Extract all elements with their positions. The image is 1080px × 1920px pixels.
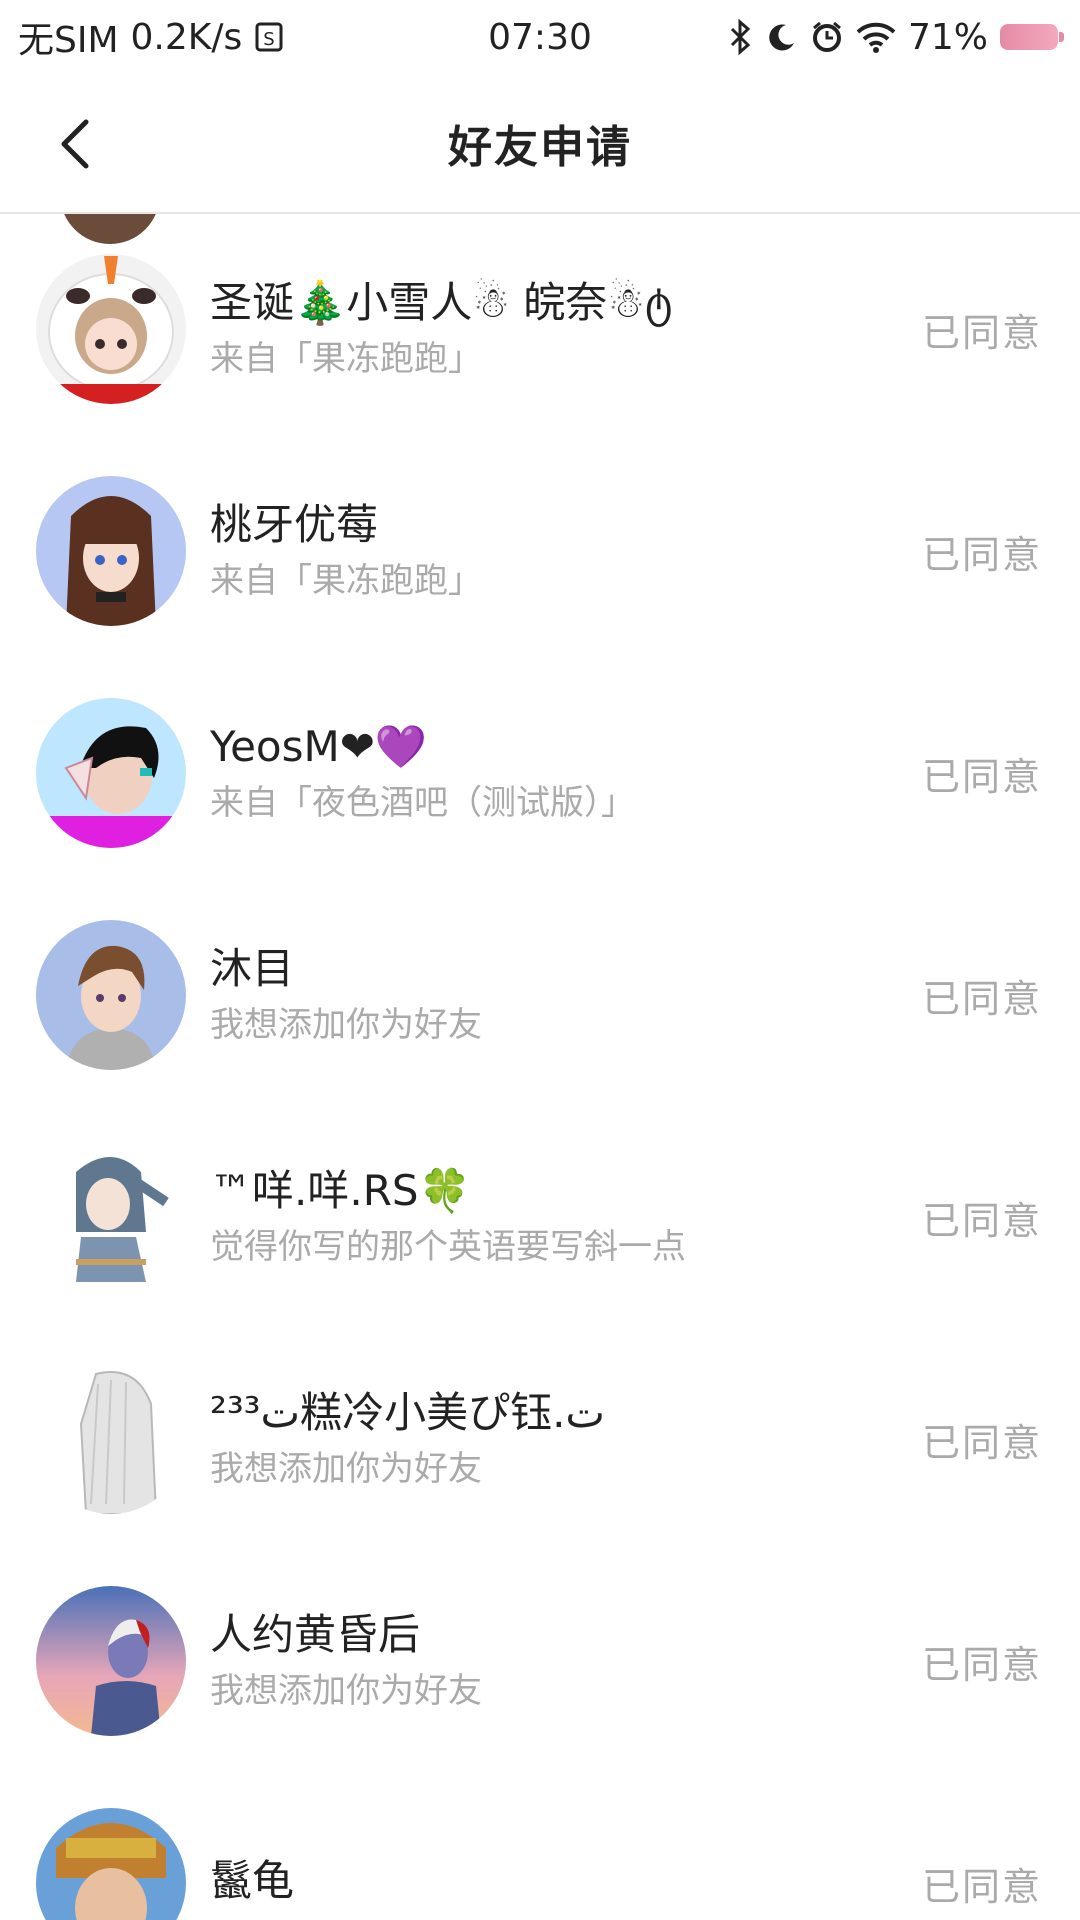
request-texts: YeosM❤💜 来自「夜色酒吧（测试版）」 [210,719,750,827]
page-title: 好友申请 [448,122,632,173]
list-item[interactable]: 桃牙优莓 来自「果冻跑跑」 已同意 [0,440,1080,662]
request-texts: ™咩.咩.RS🍀 觉得你写的那个英语要写斜一点 [210,1163,750,1271]
status-label: 已同意 [921,1198,1042,1243]
request-texts: 圣诞🎄小雪人☃ 皖奈☃ტ 来自「果冻跑跑」 [210,275,750,383]
avatar[interactable] [36,254,186,404]
requester-name: 人约黄昏后 [210,1610,421,1659]
battery-icon [1000,24,1064,50]
avatar[interactable] [36,1586,186,1736]
request-message: 我想添加你为好友 [210,1671,482,1711]
sim-icon: S [254,21,284,53]
request-message: 我想添加你为好友 [210,1449,482,1489]
wifi-icon [856,21,896,53]
avatar[interactable] [36,1142,186,1292]
avatar[interactable] [36,1364,186,1514]
avatar[interactable] [36,476,186,626]
chevron-left-icon [61,119,89,169]
status-label: 已同意 [921,1642,1042,1687]
back-button[interactable] [40,108,112,180]
battery-percent: 71% [907,16,988,58]
request-texts: 人约黄昏后 我想添加你为好友 [210,1607,750,1715]
list-item[interactable]: ت²³³糕冷小美ぴ钰.ت 我想添加你为好友 已同意 [0,1328,1080,1550]
moon-icon [766,21,798,53]
list-item[interactable]: ™咩.咩.RS🍀 觉得你写的那个英语要写斜一点 已同意 [0,1106,1080,1328]
requester-name: ™咩.咩.RS🍀 [210,1166,471,1215]
requester-name: ت²³³糕冷小美ぴ钰.ت [210,1388,605,1437]
status-label: 已同意 [921,532,1042,577]
friend-request-list[interactable]: 圣诞🎄小雪人☃ 皖奈☃ტ 来自「果冻跑跑」 已同意 桃牙优莓 来自「果冻跑跑」 … [0,214,1080,1920]
request-message: 来自「果冻跑跑」 [210,561,482,601]
status-label: 已同意 [921,754,1042,799]
list-item[interactable]: 人约黄昏后 我想添加你为好友 已同意 [0,1550,1080,1772]
request-texts: 桃牙优莓 来自「果冻跑跑」 [210,497,750,605]
status-label: 已同意 [921,976,1042,1021]
status-left: 无SIM 0.2K/s S [18,11,284,63]
avatar[interactable] [36,698,186,848]
request-texts: 沐目 我想添加你为好友 [210,941,750,1049]
request-message: 来自「夜色酒吧（测试版）」 [210,783,635,823]
network-speed: 0.2K/s [130,16,243,58]
svg-text:S: S [264,29,275,50]
status-label: 已同意 [921,310,1042,355]
requester-name: 沐目 [210,944,295,993]
requester-name: 鬣龟 [210,1856,295,1905]
request-texts: ت²³³糕冷小美ぴ钰.ت 我想添加你为好友 [210,1385,750,1493]
request-message: 来自「果冻跑跑」 [210,339,482,379]
status-bar: 无SIM 0.2K/s S 07:30 71% [0,0,1080,74]
status-label: 已同意 [921,1420,1042,1465]
avatar[interactable] [36,1808,186,1920]
status-label: 已同意 [921,1864,1042,1909]
request-texts: 鬣龟 [210,1853,750,1913]
carrier-label: 无SIM [18,20,119,61]
friend-requests-screen: 无SIM 0.2K/s S 07:30 71% 好友申请 圣诞🎄小雪人☃ 皖奈☃… [0,0,1080,1920]
request-message: 我想添加你为好友 [210,1005,482,1045]
requester-name: 圣诞🎄小雪人☃ 皖奈☃ტ [210,278,673,327]
list-item[interactable]: 沐目 我想添加你为好友 已同意 [0,884,1080,1106]
list-item[interactable]: 鬣龟 已同意 [0,1772,1080,1920]
avatar[interactable] [36,920,186,1070]
requester-name: 桃牙优莓 [210,500,379,549]
bluetooth-icon [728,19,754,55]
nav-bar: 好友申请 [0,74,1080,214]
status-right: 71% [728,16,1064,58]
requester-name: YeosM❤💜 [210,722,428,771]
request-message: 觉得你写的那个英语要写斜一点 [210,1227,686,1267]
list-item[interactable]: YeosM❤💜 来自「夜色酒吧（测试版）」 已同意 [0,662,1080,884]
list-item[interactable]: 圣诞🎄小雪人☃ 皖奈☃ტ 来自「果冻跑跑」 已同意 [0,218,1080,440]
alarm-icon [810,20,844,54]
